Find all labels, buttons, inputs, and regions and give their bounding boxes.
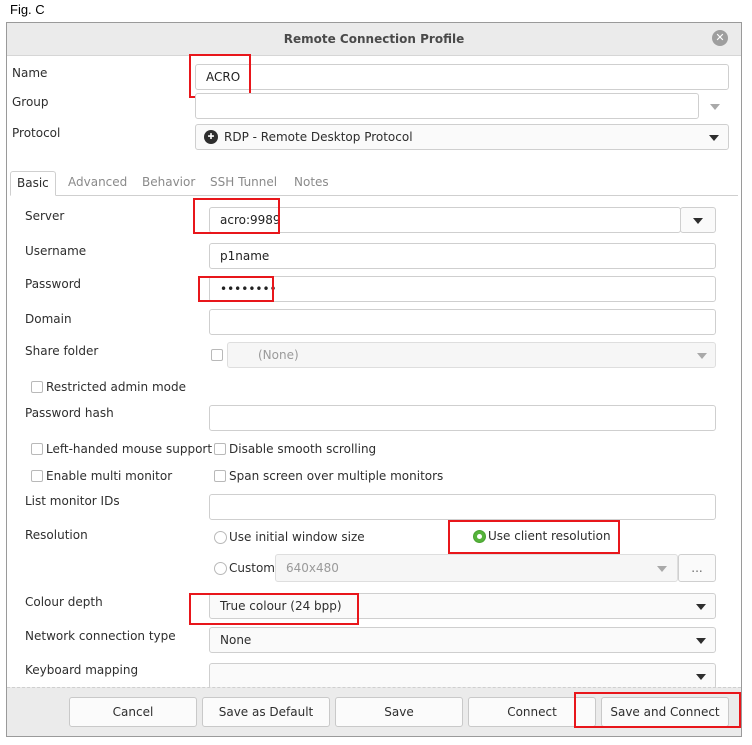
multi-monitor-checkbox[interactable] [31,470,43,482]
rdp-protocol-icon: ✚ [204,130,218,144]
network-type-dropdown-icon [696,638,706,644]
keyboard-mapping-dropdown-icon [696,674,706,680]
keyboard-mapping-combo[interactable] [209,663,716,689]
password-hash-label: Password hash [25,406,114,420]
share-folder-combo[interactable]: (None) [227,342,716,368]
custom-resolution-more-button[interactable]: ... [678,554,716,582]
cancel-button[interactable]: Cancel [69,697,197,727]
resolution-label: Resolution [25,528,88,542]
colour-depth-dropdown-icon [696,604,706,610]
remote-connection-profile-dialog: Remote Connection Profile ✕ Name ACRO Gr… [6,22,742,737]
group-input[interactable] [195,93,699,119]
server-history-button[interactable] [680,207,716,233]
left-handed-label: Left-handed mouse support [46,442,213,456]
domain-label: Domain [25,312,72,326]
resolution-custom-label: Custom [229,561,275,575]
password-label: Password [25,277,82,291]
name-input[interactable]: ACRO [195,64,729,90]
tab-bar: Basic Advanced Behavior SSH Tunnel Notes [10,171,738,196]
save-as-default-button[interactable]: Save as Default [202,697,330,727]
custom-resolution-combo[interactable]: 640x480 [275,554,678,582]
custom-resolution-value: 640x480 [286,561,339,575]
server-label: Server [25,209,65,223]
keyboard-mapping-label: Keyboard mapping [25,663,139,677]
password-hash-input[interactable] [209,405,716,431]
disable-smooth-checkbox[interactable] [214,443,226,455]
tab-notes[interactable]: Notes [288,171,335,194]
highlight-password [198,276,274,302]
highlight-name [189,54,251,98]
group-dropdown-icon[interactable] [710,104,720,110]
save-button[interactable]: Save [335,697,463,727]
highlight-client-resolution [448,520,620,554]
resolution-initial-label: Use initial window size [229,530,365,544]
name-label: Name [12,66,48,80]
password-input[interactable]: •••••••• [209,276,716,302]
custom-resolution-dropdown-icon [657,566,667,572]
left-handed-checkbox[interactable] [31,443,43,455]
resolution-initial-radio[interactable] [214,531,227,544]
button-bar: Cancel Save as Default Save Connect Save… [7,687,741,736]
close-icon[interactable]: ✕ [712,30,728,46]
highlight-colour-depth [189,593,359,625]
group-label: Group [12,95,49,109]
username-input[interactable]: p1name [209,243,716,269]
multi-monitor-label: Enable multi monitor [46,469,173,483]
network-type-label: Network connection type [25,629,176,643]
server-dropdown-icon [693,218,703,224]
monitor-ids-label: List monitor IDs [25,494,120,508]
colour-depth-label: Colour depth [25,595,103,609]
protocol-combo[interactable]: ✚ RDP - Remote Desktop Protocol [195,124,729,150]
disable-smooth-label: Disable smooth scrolling [229,442,377,456]
protocol-label: Protocol [12,126,61,140]
span-screen-label: Span screen over multiple monitors [229,469,444,483]
share-folder-checkbox[interactable] [211,349,223,361]
domain-input[interactable] [209,309,716,335]
window-title: Remote Connection Profile [283,32,465,46]
network-type-value: None [220,633,252,647]
share-folder-value: (None) [258,348,299,362]
title-bar: Remote Connection Profile ✕ [7,23,741,56]
tab-behavior[interactable]: Behavior [136,171,201,194]
tab-ssh-tunnel[interactable]: SSH Tunnel [204,171,283,194]
highlight-save-and-connect [574,692,741,728]
monitor-ids-input[interactable] [209,494,716,520]
span-screen-checkbox[interactable] [214,470,226,482]
resolution-custom-radio[interactable] [214,562,227,575]
tab-advanced[interactable]: Advanced [62,171,133,194]
protocol-value: RDP - Remote Desktop Protocol [224,130,413,144]
network-type-combo[interactable]: None [209,627,716,653]
figure-label: Fig. C [10,2,45,17]
restricted-admin-checkbox[interactable] [31,381,43,393]
highlight-server [193,198,280,234]
share-folder-label: Share folder [25,344,99,358]
username-label: Username [25,244,87,258]
restricted-admin-label: Restricted admin mode [46,380,186,394]
tab-basic[interactable]: Basic [10,171,56,196]
protocol-dropdown-icon [709,135,719,141]
share-folder-dropdown-icon [697,353,707,359]
